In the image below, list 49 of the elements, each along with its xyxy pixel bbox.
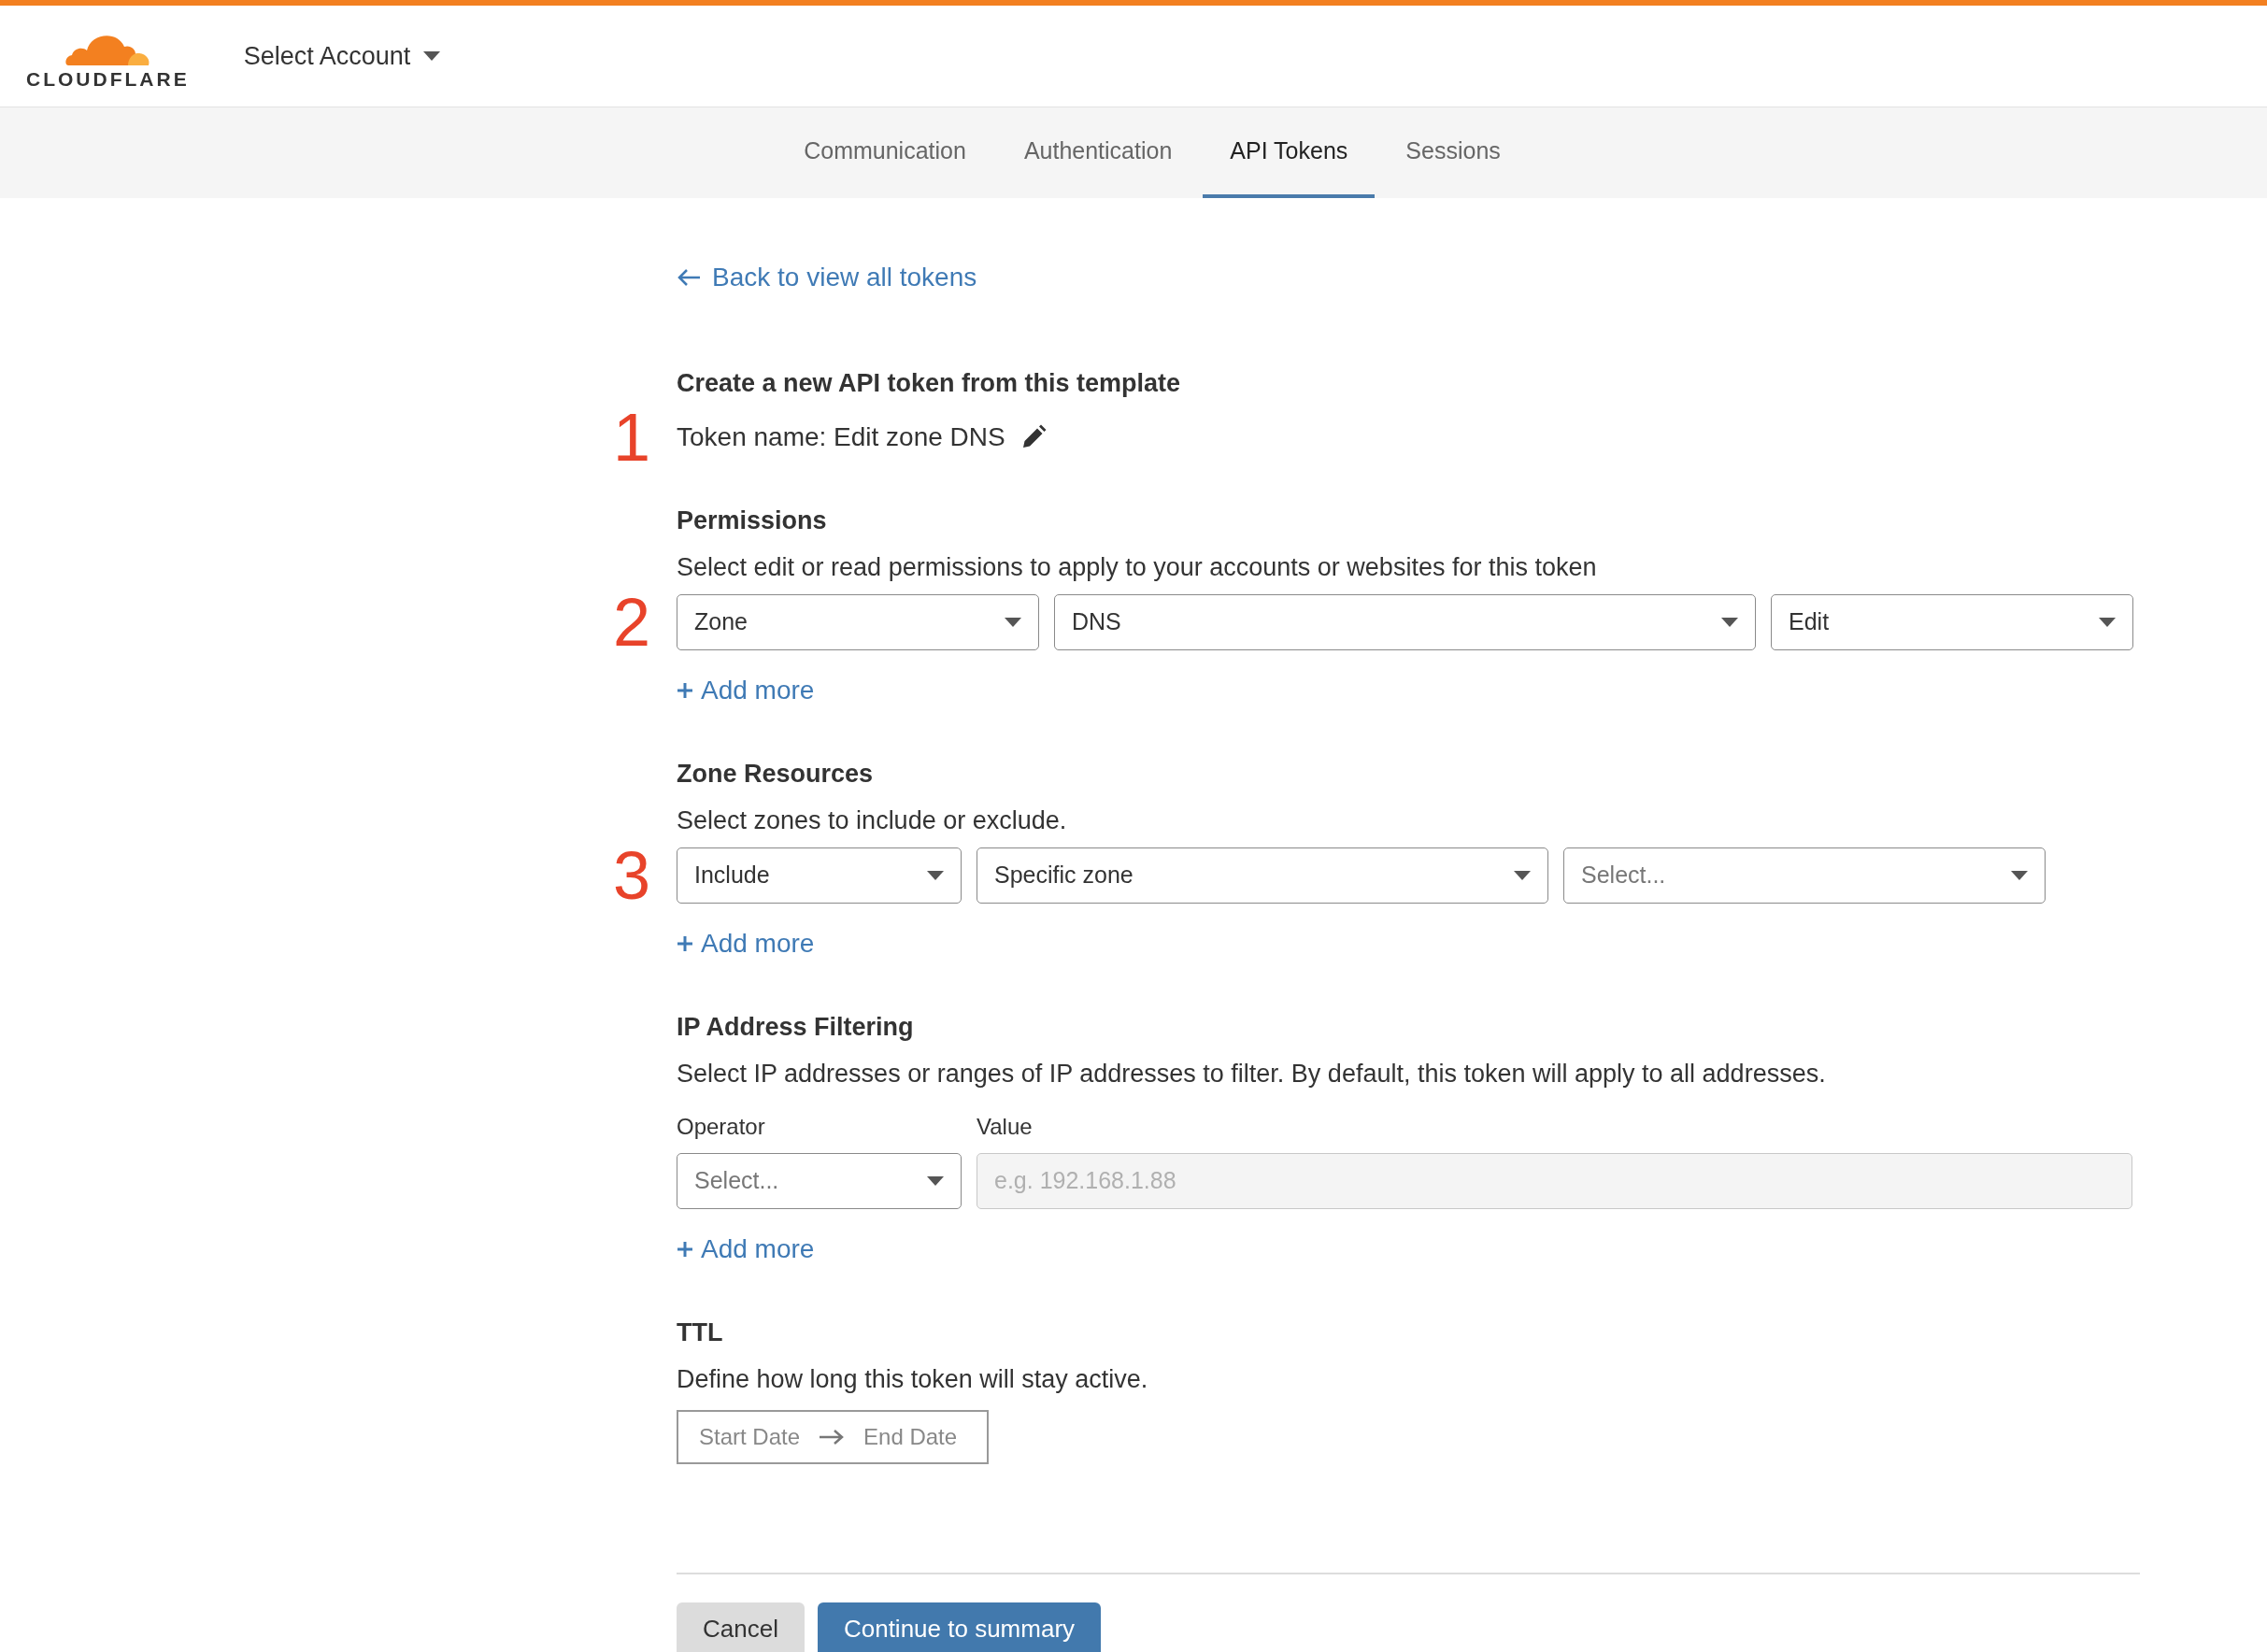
select-dropdown[interactable]: DNS	[1054, 593, 1756, 650]
arrow-right-icon	[819, 1428, 846, 1446]
token-name: Token name: Edit zone DNS	[677, 420, 1005, 453]
add-more-link[interactable]: Add more	[677, 1229, 815, 1269]
add-more-link[interactable]: Add more	[677, 923, 815, 963]
select-dropdown[interactable]: Zone	[677, 593, 1039, 650]
continue-button[interactable]: Continue to summary	[817, 1602, 1102, 1652]
select-dropdown[interactable]: Edit	[1771, 593, 2133, 650]
nav-tab[interactable]: Authentication	[996, 107, 1200, 198]
section-title: Permissions	[677, 505, 828, 536]
field-label: Operator	[677, 1112, 766, 1141]
input-field[interactable]: e.g. 192.168.1.88	[977, 1152, 2132, 1209]
section-title: Create a new API token from this template	[677, 368, 1182, 399]
nav-tab[interactable]: Sessions	[1378, 107, 1528, 198]
step-number: 1	[612, 403, 650, 471]
arrow-left-icon	[677, 268, 701, 287]
select-dropdown[interactable]: Select...	[1563, 847, 2046, 904]
nav-tab[interactable]: API Tokens	[1203, 107, 1376, 198]
section-description: Select IP addresses or ranges of IP addresses to filter. By default, this token will apply to all addresses.	[677, 1059, 1827, 1089]
caret-icon	[927, 1175, 944, 1186]
plus-icon	[677, 681, 693, 699]
section-title: TTL	[677, 1317, 724, 1348]
back-link[interactable]: Back to view all tokens	[677, 258, 977, 297]
plus-icon	[677, 934, 693, 952]
section-title: IP Address Filtering	[677, 1011, 915, 1043]
caret-icon	[927, 870, 944, 880]
section-description: Select zones to include or exclude.	[677, 805, 1068, 836]
nav-tab[interactable]: Communication	[777, 107, 993, 198]
plus-icon	[677, 1240, 693, 1258]
caret-icon	[2011, 870, 2028, 880]
caret-icon	[423, 51, 441, 61]
step-number: 3	[612, 841, 650, 909]
caret-icon	[1721, 617, 1738, 627]
account-select[interactable]: Select Account	[243, 36, 441, 76]
section-title: Zone Resources	[677, 758, 875, 790]
date-range-field[interactable]: Start Date End Date	[677, 1409, 989, 1464]
cancel-button[interactable]: Cancel	[677, 1602, 805, 1652]
step-number: 2	[612, 588, 650, 656]
field-label: Value	[977, 1112, 1034, 1141]
caret-icon	[1514, 870, 1531, 880]
caret-icon	[1005, 617, 1021, 627]
section-description: Select edit or read permissions to apply to your accounts or websites for this token	[677, 552, 1598, 583]
caret-icon	[2099, 617, 2116, 627]
add-more-link[interactable]: Add more	[677, 670, 815, 710]
select-dropdown[interactable]: Specific zone	[977, 847, 1548, 904]
select-dropdown[interactable]: Select...	[677, 1152, 962, 1209]
select-dropdown[interactable]: Include	[677, 847, 962, 904]
cloudflare-logo[interactable]: CLOUDFLARE	[26, 23, 190, 89]
section-description: Define how long this token will stay active.	[677, 1364, 1149, 1395]
